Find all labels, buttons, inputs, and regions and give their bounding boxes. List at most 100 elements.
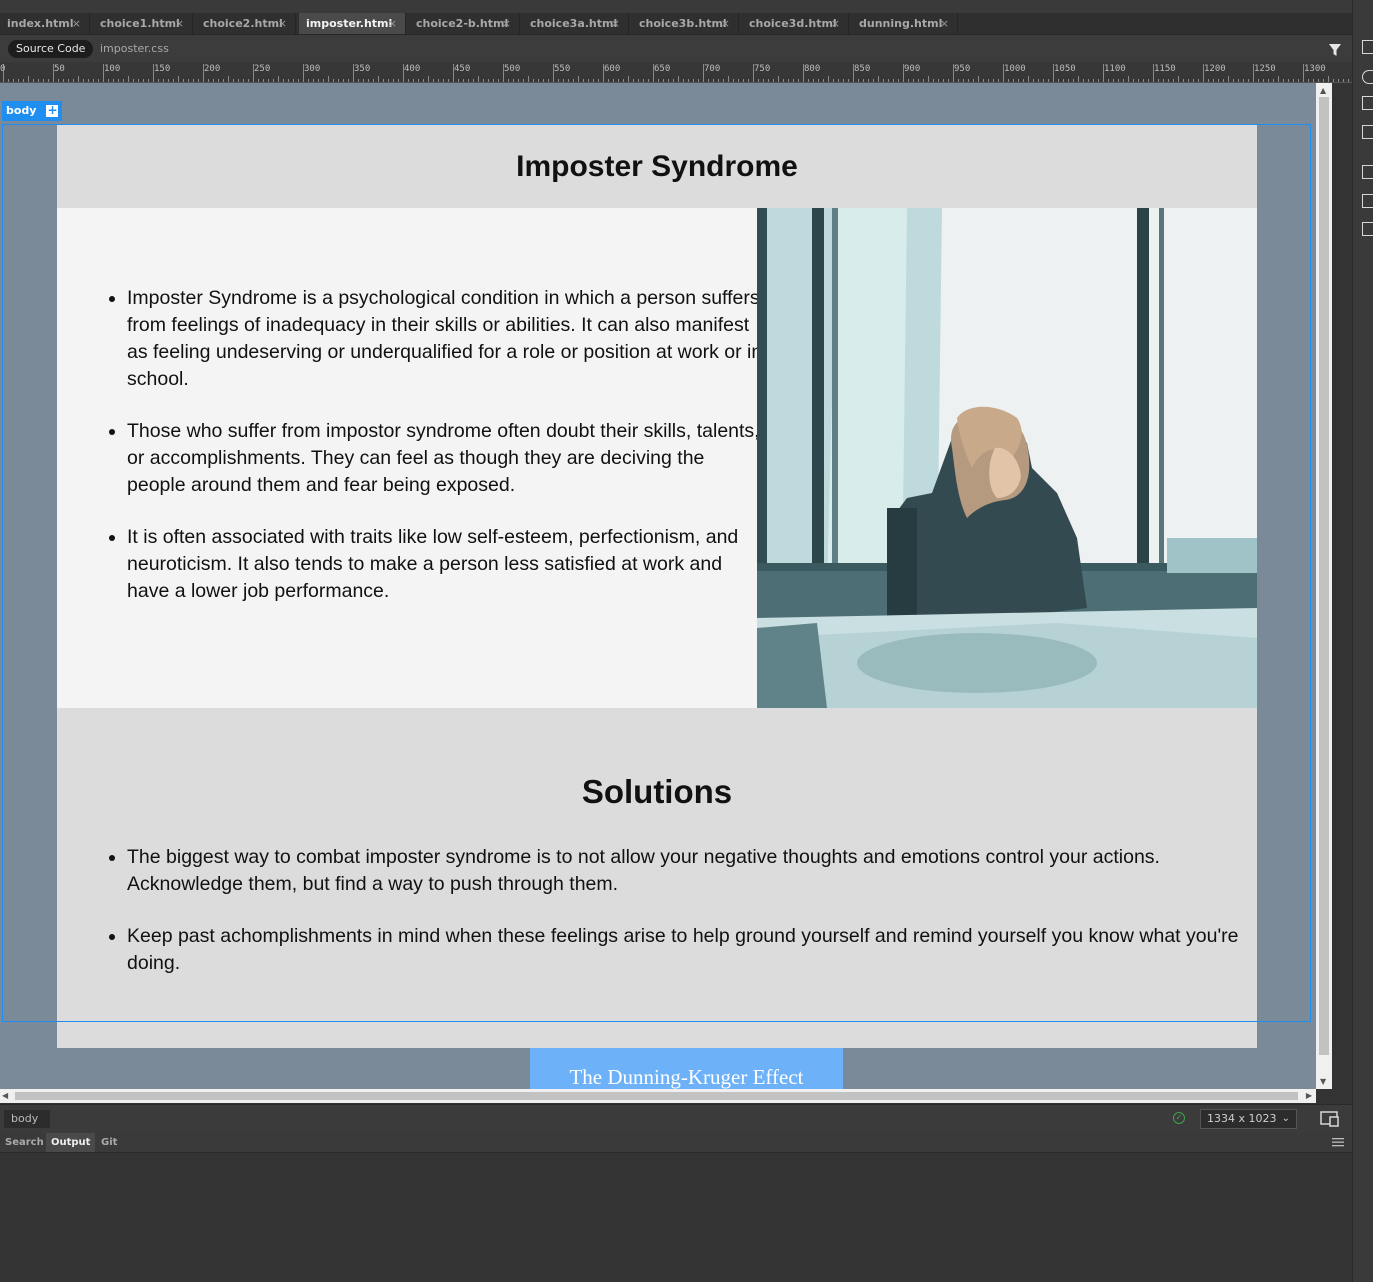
dunning-kruger-link-button[interactable]: The Dunning-Kruger Effect: [530, 1048, 843, 1089]
ruler-label: 1150: [1154, 64, 1176, 74]
assets-panel-icon[interactable]: [1362, 125, 1373, 139]
solutions-heading: Solutions: [581, 773, 733, 810]
ruler-tick: [718, 79, 719, 82]
ruler-tick: [978, 76, 979, 82]
tab-dunning-html[interactable]: dunning.html ×: [852, 13, 958, 34]
vertical-scrollbar[interactable]: ▲ ▼: [1316, 83, 1332, 1089]
ruler-tick: [258, 79, 259, 82]
scroll-up-icon[interactable]: ▲: [1320, 86, 1326, 96]
viewport-size-select[interactable]: 1334 x 1023 ⌄: [1200, 1109, 1297, 1129]
ruler-tick: [628, 76, 629, 82]
tab-label: choice3d.html: [749, 17, 837, 30]
tab-choice3b-html[interactable]: choice3b.html ×: [632, 13, 739, 34]
ruler-label: 600: [604, 64, 621, 74]
horizontal-scrollbar[interactable]: ◀ ▶: [0, 1089, 1316, 1103]
tab-choice2-html[interactable]: choice2.html ×: [196, 13, 296, 34]
ruler-tick: [1063, 79, 1064, 82]
related-files-bar: Source Code imposter.css: [0, 35, 1352, 62]
ruler-tick: [943, 79, 944, 82]
ruler-tick: [343, 79, 344, 82]
tab-git[interactable]: Git: [96, 1133, 122, 1152]
css-file-link[interactable]: imposter.css: [100, 40, 169, 58]
ruler-tick: [373, 79, 374, 82]
creative-cloud-icon[interactable]: [1362, 70, 1373, 84]
tab-choice1-html[interactable]: choice1.html ×: [93, 13, 193, 34]
tab-choice2-b-html[interactable]: choice2-b.html ×: [409, 13, 520, 34]
ruler-tick: [348, 79, 349, 82]
close-icon[interactable]: ×: [175, 13, 184, 34]
ruler-tick: [1298, 79, 1299, 82]
ruler-tick: [833, 79, 834, 82]
dom-panel-icon[interactable]: [1362, 40, 1373, 54]
snippets-panel-icon[interactable]: [1362, 194, 1373, 208]
close-icon[interactable]: ×: [721, 13, 730, 34]
ruler-tick: [828, 76, 829, 82]
ruler-tick: [88, 79, 89, 82]
panel-menu-icon[interactable]: [1332, 1137, 1344, 1147]
scroll-left-icon[interactable]: ◀: [2, 1091, 8, 1101]
ruler-tick: [748, 79, 749, 82]
live-design-view[interactable]: Imposter Syndrome Imposter Syndrome is a…: [0, 83, 1316, 1089]
ruler-label: 800: [804, 64, 821, 74]
ruler-tick: [573, 79, 574, 82]
scroll-thumb[interactable]: [1319, 97, 1329, 1055]
ruler-label: 0: [0, 64, 6, 74]
tab-output[interactable]: Output: [46, 1133, 96, 1152]
ruler-tick: [858, 79, 859, 82]
tab-choice3d-html[interactable]: choice3d.html ×: [742, 13, 849, 34]
close-icon[interactable]: ×: [611, 13, 620, 34]
ruler-tick: [1323, 79, 1324, 82]
ruler-tick: [248, 79, 249, 82]
tab-choice3a-html[interactable]: choice3a.html ×: [523, 13, 629, 34]
ruler-tick: [1328, 76, 1329, 82]
ruler-tick: [1248, 79, 1249, 82]
ruler-tick: [793, 79, 794, 82]
ruler-tick: [63, 79, 64, 82]
ruler-tick: [878, 76, 879, 82]
ruler-tick: [1038, 79, 1039, 82]
no-errors-check-icon[interactable]: ✓: [1173, 1112, 1185, 1124]
close-icon[interactable]: ×: [502, 13, 511, 34]
close-icon[interactable]: ×: [831, 13, 840, 34]
ruler-tick: [288, 79, 289, 82]
device-preview-icon[interactable]: [1320, 1111, 1340, 1127]
ruler-tick: [608, 79, 609, 82]
properties-panel-icon[interactable]: [1362, 222, 1373, 236]
ruler-tick: [558, 79, 559, 82]
source-code-button[interactable]: Source Code: [8, 40, 94, 58]
ruler-tick: [328, 76, 329, 82]
scroll-right-icon[interactable]: ▶: [1306, 1091, 1312, 1101]
add-class-button[interactable]: +: [46, 104, 59, 117]
ruler-tick: [28, 76, 29, 82]
ruler-tick: [708, 79, 709, 82]
files-panel-icon[interactable]: [1362, 96, 1373, 110]
ruler-tick: [683, 79, 684, 82]
tag-selector-breadcrumb[interactable]: body: [4, 1110, 51, 1128]
ruler-tick: [138, 79, 139, 82]
ruler-tick: [928, 76, 929, 82]
close-icon[interactable]: ×: [388, 13, 397, 34]
ruler-tick: [1048, 79, 1049, 82]
tab-index-html[interactable]: index.html ×: [0, 13, 90, 34]
close-icon[interactable]: ×: [72, 13, 81, 34]
scroll-thumb[interactable]: [15, 1092, 1298, 1100]
ruler-tick: [238, 79, 239, 82]
tab-search[interactable]: Search: [0, 1133, 49, 1152]
ruler-tick: [1118, 79, 1119, 82]
close-icon[interactable]: ×: [940, 13, 949, 34]
scroll-down-icon[interactable]: ▼: [1320, 1077, 1326, 1087]
ruler-tick: [48, 79, 49, 82]
ruler-tick: [428, 76, 429, 82]
ruler-tick: [713, 79, 714, 82]
ruler-tick: [1258, 79, 1259, 82]
close-icon[interactable]: ×: [278, 13, 287, 34]
insert-panel-icon[interactable]: [1362, 165, 1373, 179]
element-tag-badge[interactable]: body +: [2, 101, 63, 121]
ruler-tick: [1238, 79, 1239, 82]
ruler-tick: [18, 79, 19, 82]
ruler-tick: [1278, 76, 1279, 82]
ruler-tick: [108, 79, 109, 82]
filter-icon[interactable]: [1328, 43, 1342, 57]
ruler-tick: [418, 79, 419, 82]
tab-imposter-html[interactable]: imposter.html ×: [299, 13, 406, 34]
